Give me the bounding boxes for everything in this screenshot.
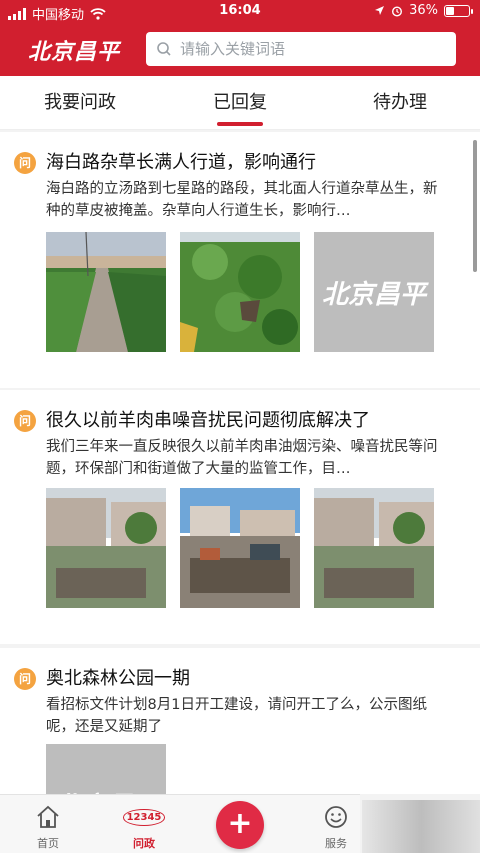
post-images [46,488,434,608]
list-item[interactable]: 问 很久以前羊肉串噪音扰民问题彻底解决了 我们三年来一直反映很久以前羊肉串油烟污… [0,390,480,644]
nav-home[interactable]: 首页 [18,803,78,851]
rooftop-photo[interactable] [180,488,300,608]
scrollbar[interactable] [473,140,477,272]
nav-politics-label: 问政 [133,837,155,850]
12345-icon: 12345 [122,808,166,826]
post-summary: 海白路的立汤路到七星路的路段，其北面人行道杂草丛生，新种的草皮被掩盖。杂草向人行… [46,181,438,219]
nav-home-label: 首页 [37,837,59,850]
post-summary: 我们三年来一直反映很久以前羊肉串油烟污染、噪音扰民等问题，环保部门和街道做了大量… [46,439,438,477]
sidewalk-photo[interactable] [46,232,166,352]
status-bar: 中国移动 16:04 36% [0,0,480,24]
tab-bar: 我要问政 已回复 待办理 [0,76,480,130]
alarm-icon [392,5,403,17]
nav-edge-shadow [362,800,480,853]
brand-logo: 北京昌平 [28,40,121,65]
post-images: 北京昌平 [46,744,166,794]
post-list: 问 海白路杂草长满人行道，影响通行 海白路的立汤路到七星路的路段，其北面人行道杂… [0,130,480,794]
question-badge-icon: 问 [14,152,36,174]
search-icon [157,42,171,56]
smile-icon [325,806,347,828]
plus-icon: + [227,806,253,841]
search-input[interactable] [180,40,430,58]
tab-pending[interactable]: 待办理 [320,76,480,129]
nav-politics[interactable]: 12345 问政 [114,803,174,851]
weeds-photo[interactable] [180,232,300,352]
post-images: 北京昌平 [46,232,434,352]
post-title[interactable]: 海白路杂草长满人行道，影响通行 [46,148,466,174]
bottom-nav: 首页 12345 问政 服务 [0,794,360,853]
add-post-button[interactable]: + [216,801,264,849]
header: 中国移动 16:04 36% 北京昌平 [0,0,480,76]
home-icon [37,805,59,828]
app: 中国移动 16:04 36% 北京昌平 请输入关键词语 我要问政 已回复 待办理… [0,0,480,853]
post-title[interactable]: 很久以前羊肉串噪音扰民问题彻底解决了 [46,406,466,432]
search-bar[interactable] [146,32,456,66]
location-icon [375,6,385,15]
question-badge-icon: 问 [14,668,36,690]
battery-percent: 36% [409,3,438,18]
nav-service-label: 服务 [325,837,347,850]
construction-photo[interactable] [314,488,434,608]
battery-icon [444,4,473,17]
construction-photo[interactable] [46,488,166,608]
tab-ask[interactable]: 我要问政 [0,76,160,129]
list-item[interactable]: 问 海白路杂草长满人行道，影响通行 海白路的立汤路到七星路的路段，其北面人行道杂… [0,132,480,388]
question-badge-icon: 问 [14,410,36,432]
tab-replied[interactable]: 已回复 [160,76,320,129]
post-title[interactable]: 奥北森林公园一期 [46,664,466,690]
placeholder-image: 北京昌平 [314,232,434,352]
nav-service[interactable]: 服务 [306,803,366,851]
list-item[interactable]: 问 奥北森林公园一期 看招标文件计划8月1日开工建设，请问开工了么，公示图纸呢，… [0,648,480,794]
placeholder-image: 北京昌平 [46,744,166,794]
post-summary: 看招标文件计划8月1日开工建设，请问开工了么，公示图纸呢，还是又延期了 [46,697,427,735]
